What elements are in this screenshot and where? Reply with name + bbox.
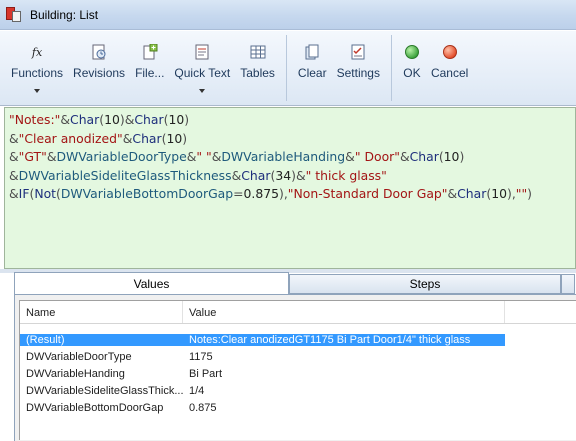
row-value: 1/4 — [189, 384, 205, 397]
window-title: Building: List — [30, 7, 99, 22]
formula-line-1: "Notes:"&Char(10)&Char(10) — [9, 112, 190, 127]
cancel-icon — [441, 43, 459, 61]
row-name: DWVariableSideliteGlassThick... — [26, 384, 183, 397]
column-header-name[interactable]: Name — [20, 301, 183, 323]
row-value: Bi Part — [189, 367, 223, 380]
chevron-down-icon — [199, 89, 206, 93]
functions-button[interactable]: fx Functions — [6, 35, 68, 101]
file-label: File... — [135, 66, 165, 80]
toolbar: fx Functions Revisions File... Quick Tex… — [0, 31, 576, 106]
title-bar: Building: List — [0, 0, 576, 30]
cancel-label: Cancel — [430, 66, 469, 80]
row-value: 1175 — [189, 350, 213, 363]
file-button[interactable]: File... — [130, 35, 169, 101]
toolbar-group-dialog: OK Cancel — [392, 35, 479, 101]
cancel-button[interactable]: Cancel — [426, 35, 473, 101]
toolbar-group-edit: fx Functions Revisions File... Quick Tex… — [0, 35, 287, 101]
tab-scroll-button[interactable] — [561, 274, 575, 294]
row-name: DWVariableBottomDoorGap — [26, 401, 164, 414]
tables-button[interactable]: Tables — [235, 35, 280, 101]
grid-header: Name Value — [20, 301, 576, 324]
clear-button[interactable]: Clear — [293, 35, 332, 101]
settings-label: Settings — [336, 66, 380, 80]
ok-icon — [403, 43, 421, 61]
tables-label: Tables — [240, 66, 275, 80]
clear-label: Clear — [297, 66, 327, 80]
file-add-icon — [141, 43, 159, 61]
formula-editor[interactable]: "Notes:"&Char(10)&Char(10) &"Clear anodiz… — [4, 107, 576, 269]
values-grid: Name Value (Result) Notes:Clear anodized… — [19, 300, 576, 440]
row-name: (Result) — [20, 333, 183, 346]
revisions-icon — [90, 43, 108, 61]
formula-line-3: &"GT"&DWVariableDoorType&" "&DWVariableH… — [9, 149, 465, 164]
column-header-value[interactable]: Value — [183, 301, 505, 323]
revisions-label: Revisions — [73, 66, 126, 80]
row-value: Notes:Clear anodizedGT1175 Bi Part Door1… — [183, 333, 505, 346]
toolbar-group-tools: Clear Settings — [287, 35, 392, 101]
table-row[interactable]: (Result) Notes:Clear anodizedGT1175 Bi P… — [20, 331, 576, 348]
functions-label: Functions — [11, 66, 64, 80]
row-name: DWVariableHanding — [26, 367, 125, 380]
quick-text-label: Quick Text — [174, 66, 231, 80]
row-value: 0.875 — [189, 401, 217, 414]
chevron-down-icon — [34, 89, 41, 93]
tab-strip: Values Steps — [14, 272, 576, 295]
formula-line-2: &"Clear anodized"&Char(10) — [9, 130, 188, 146]
column-header-filler — [505, 301, 576, 323]
formula-line-5: &IF(Not(DWVariableBottomDoorGap=0.875),"… — [9, 186, 533, 201]
settings-icon — [349, 43, 367, 61]
table-row[interactable]: DWVariableDoorType 1175 — [20, 348, 576, 365]
table-row[interactable]: DWVariableBottomDoorGap 0.875 — [20, 399, 576, 416]
settings-button[interactable]: Settings — [332, 35, 385, 101]
ok-label: OK — [403, 66, 421, 80]
app-icon — [6, 6, 22, 23]
values-panel: Name Value (Result) Notes:Clear anodized… — [14, 294, 576, 441]
table-row[interactable]: DWVariableHanding Bi Part — [20, 365, 576, 382]
revisions-button[interactable]: Revisions — [68, 35, 130, 101]
quick-text-button[interactable]: Quick Text — [169, 35, 235, 101]
formula-line-4: &DWVariableSideliteGlassThickness&Char(3… — [9, 167, 387, 183]
row-name: DWVariableDoorType — [26, 350, 132, 363]
quick-text-icon — [193, 43, 211, 61]
table-icon — [249, 43, 267, 61]
function-icon: fx — [31, 45, 43, 59]
ok-button[interactable]: OK — [398, 35, 426, 101]
table-row[interactable]: DWVariableSideliteGlassThick... 1/4 — [20, 382, 576, 399]
tab-values[interactable]: Values — [14, 272, 289, 295]
tab-steps[interactable]: Steps — [289, 274, 561, 294]
clear-icon — [303, 43, 321, 61]
